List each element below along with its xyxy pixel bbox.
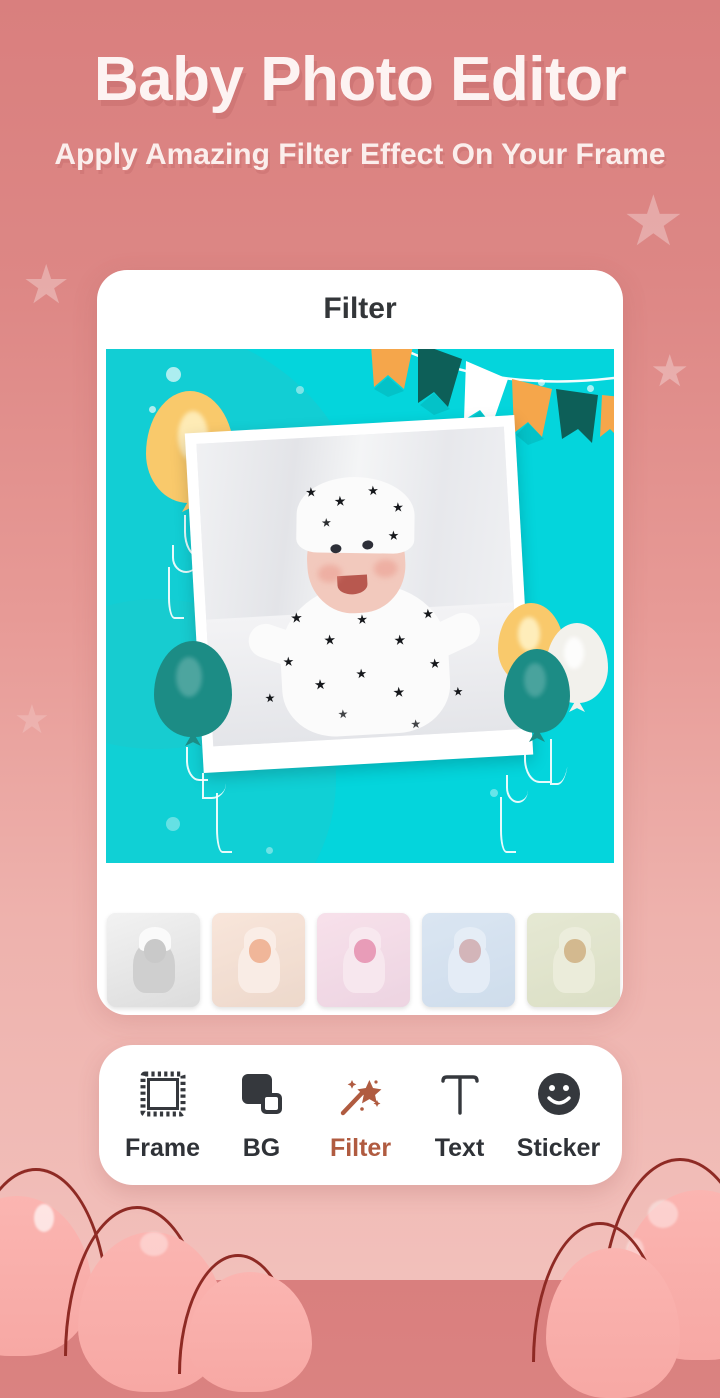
- page-title: Baby Photo Editor: [93, 45, 627, 114]
- magic-wand-icon: [336, 1067, 386, 1121]
- tool-sticker[interactable]: Sticker: [513, 1067, 605, 1163]
- tool-frame[interactable]: Frame: [117, 1067, 209, 1163]
- balloon-string: [550, 739, 568, 785]
- balloon-string: [168, 567, 184, 619]
- page-subtitle: Apply Amazing Filter Effect On Your Fram…: [54, 138, 666, 171]
- tool-bg[interactable]: BG: [216, 1067, 308, 1163]
- balloon-string: [500, 797, 516, 853]
- tool-label: Filter: [329, 1134, 392, 1162]
- photo-canvas[interactable]: ★ ★ ★ ★ ★ ★ ★ ★ ★ ★ ★ ★ ★ ★ ★ ★ ★ ★ ★ ★: [106, 349, 614, 863]
- tool-label: Frame: [124, 1134, 201, 1162]
- card-title: Filter: [323, 292, 397, 325]
- confetti-dot: [266, 847, 273, 854]
- balloon-string: [216, 793, 232, 853]
- star-icon: ★: [22, 255, 71, 315]
- confetti-dot: [149, 406, 156, 413]
- app-header: Baby Photo Editor Apply Amazing Filter E…: [0, 0, 720, 177]
- smiley-face-icon: [534, 1067, 584, 1121]
- confetti-dot: [166, 367, 181, 382]
- confetti-dot: [490, 789, 498, 797]
- tool-label: BG: [242, 1134, 281, 1162]
- tool-label: Text: [434, 1134, 485, 1162]
- layers-squares-icon: [237, 1067, 287, 1121]
- text-t-icon: [435, 1067, 485, 1121]
- confetti-dot: [166, 817, 180, 831]
- star-icon: ★: [622, 182, 685, 260]
- frame-stamp-icon: [138, 1067, 188, 1121]
- star-icon: ★: [14, 698, 50, 742]
- editor-toolbar: Frame BG Filter Text Sticker: [99, 1045, 622, 1185]
- baby-photo: ★ ★ ★ ★ ★ ★ ★ ★ ★ ★ ★ ★ ★ ★ ★ ★ ★ ★ ★ ★: [196, 426, 521, 747]
- filter-thumbnail-pink[interactable]: [317, 913, 410, 1007]
- filter-thumbnail-cool[interactable]: [422, 913, 515, 1007]
- editor-card: Filter ★ ★ ★ ★ ★ ★ ★ ★ ★ ★ ★ ★ ★ ★ ★ ★ ★…: [97, 270, 623, 1015]
- filter-thumbnail-warm[interactable]: [212, 913, 305, 1007]
- star-icon: ★: [650, 347, 690, 396]
- tool-text[interactable]: Text: [414, 1067, 506, 1163]
- filter-thumbnail-grayscale[interactable]: [107, 913, 200, 1007]
- photo-frame[interactable]: ★ ★ ★ ★ ★ ★ ★ ★ ★ ★ ★ ★ ★ ★ ★ ★ ★ ★ ★ ★: [184, 415, 534, 773]
- tool-label: Sticker: [516, 1134, 601, 1162]
- tool-filter[interactable]: Filter: [315, 1067, 407, 1163]
- filter-thumbnail-list[interactable]: [106, 910, 620, 1010]
- confetti-dot: [296, 386, 304, 394]
- filter-thumbnail-vintage[interactable]: [527, 913, 620, 1007]
